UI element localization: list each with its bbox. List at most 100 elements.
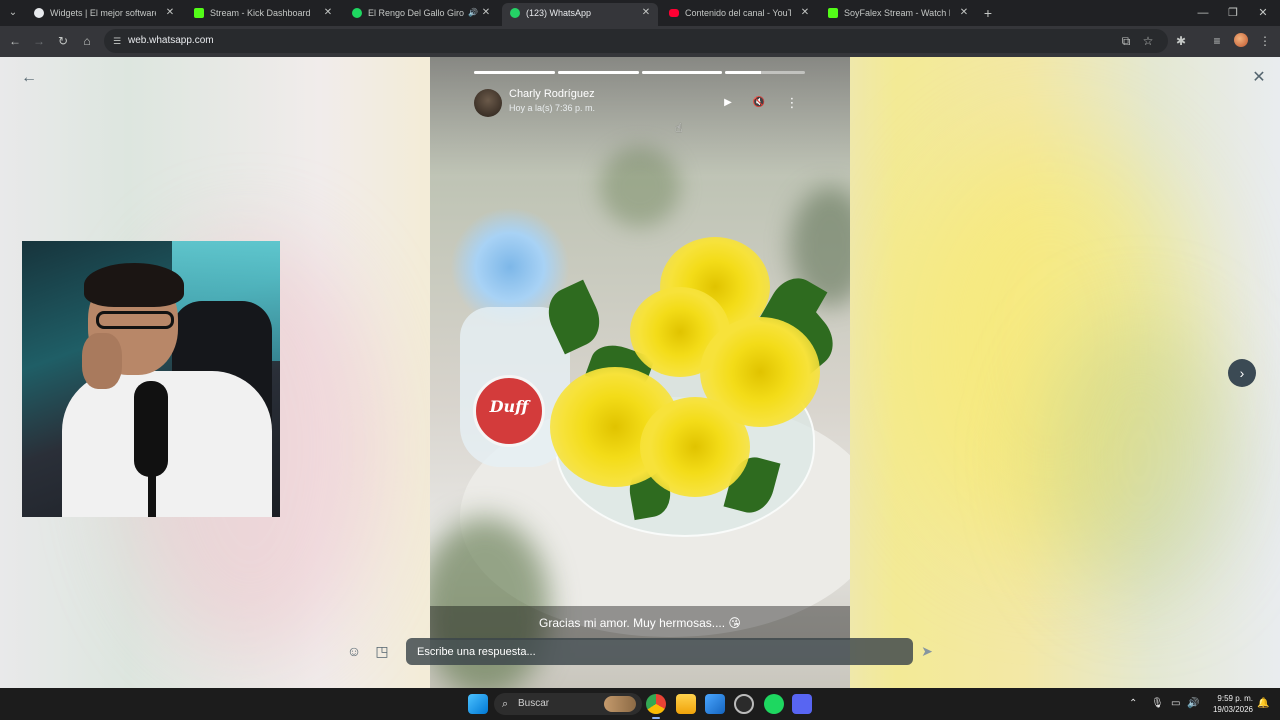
windows-taskbar: ⌕ Buscar ⌃ 🎙 ▭ 🔊 9:59 p. m. 19/03/2026 🔔 — [0, 688, 1280, 720]
file-explorer-icon[interactable] — [676, 694, 696, 714]
microsoft-store-icon[interactable] — [705, 694, 725, 714]
kick-favicon-icon — [194, 8, 204, 18]
forward-icon[interactable]: → — [30, 32, 48, 50]
spotify-favicon-icon — [352, 8, 362, 18]
mouse-cursor-icon: ☝ — [675, 121, 683, 135]
status-photo[interactable]: Duff Charly Rodríguez Hoy a la(s) 7:36 p… — [430, 57, 850, 688]
microphone-arm — [148, 471, 156, 517]
status-progress-segment — [474, 71, 555, 74]
webcam-overlay — [22, 241, 280, 517]
obs-icon[interactable] — [734, 694, 754, 714]
status-caption: Gracias mi amor. Muy hermosas.... 😘 — [430, 606, 850, 640]
site-info-icon[interactable]: ☰ — [110, 34, 124, 48]
sticker-icon[interactable]: ◳ — [373, 642, 391, 660]
taskbar-clock[interactable]: 9:59 p. m. 19/03/2026 — [1207, 693, 1253, 715]
tab-close-icon[interactable]: ✕ — [958, 3, 970, 23]
more-options-icon[interactable]: ⋮ — [784, 95, 800, 111]
minimize-icon[interactable]: — — [1188, 0, 1218, 26]
reload-icon[interactable]: ↻ — [54, 32, 72, 50]
status-progress-segment — [725, 71, 805, 74]
progress-fill — [558, 71, 639, 74]
microphone-icon[interactable]: 🎙 — [1151, 697, 1164, 711]
reply-input[interactable] — [406, 638, 913, 665]
whatsapp-favicon-icon — [510, 8, 520, 18]
microphone — [134, 381, 168, 477]
notification-bell-icon[interactable]: 🔔 — [1257, 697, 1269, 711]
clock-time: 9:59 p. m. — [1217, 694, 1253, 703]
media-controls-icon[interactable]: ≡ — [1208, 32, 1226, 50]
tab-title: El Rengo Del Gallo Giro • L — [368, 8, 464, 18]
home-icon[interactable]: ⌂ — [78, 32, 96, 50]
status-progress-segment — [642, 71, 722, 74]
tab-youtube[interactable]: Contenido del canal - YouTube ✕ — [661, 3, 817, 23]
tab-spotify[interactable]: El Rengo Del Gallo Giro • L 🔊 ✕ — [344, 3, 498, 23]
browser-toolbar: ← → ↻ ⌂ ☰ web.whatsapp.com ⧉ ☆ ✱ ≡ ⋮ — [0, 26, 1280, 57]
window-close-icon[interactable]: ✕ — [1248, 0, 1278, 26]
profile-avatar[interactable] — [1234, 33, 1248, 47]
back-icon[interactable]: ← — [6, 32, 24, 50]
emoji-icon[interactable]: ☺ — [345, 642, 363, 660]
back-arrow-icon[interactable]: ← — [20, 69, 38, 87]
tab-search-chevron-icon[interactable]: ⌄ — [4, 4, 22, 22]
next-status-chevron-icon[interactable]: › — [1228, 359, 1256, 387]
search-label: Buscar — [518, 698, 550, 709]
spotify-icon[interactable] — [764, 694, 784, 714]
chrome-icon[interactable] — [646, 694, 666, 714]
search-icon: ⌕ — [502, 698, 509, 710]
send-icon[interactable]: ➤ — [918, 642, 936, 660]
status-viewer-page: ← ✕ › Duff Charly Rodríguez Hoy a la(s) … — [0, 57, 1280, 688]
status-timestamp: Hoy a la(s) 7:36 p. m. — [509, 103, 596, 113]
youtube-favicon-icon — [669, 9, 679, 17]
tab-title: Contenido del canal - YouTube — [685, 8, 791, 18]
streamer-hair — [84, 263, 184, 307]
tab-title: Stream - Kick Dashboard — [210, 8, 311, 18]
speaker-icon[interactable]: 🔊 — [468, 3, 478, 23]
install-app-icon[interactable]: ⧉ — [1117, 32, 1135, 50]
streamer-glasses — [96, 311, 174, 329]
browser-menu-icon[interactable]: ⋮ — [1256, 32, 1274, 50]
progress-fill — [725, 71, 761, 74]
tab-close-icon[interactable]: ✕ — [164, 3, 176, 23]
extensions-puzzle-icon[interactable]: ✱ — [1172, 32, 1190, 50]
streamer-hand — [82, 333, 122, 389]
status-progress-segment — [558, 71, 639, 74]
bookmark-star-icon[interactable]: ☆ — [1139, 32, 1157, 50]
tab-widgets[interactable]: Widgets | El mejor software pa ✕ — [26, 3, 182, 23]
windows-start-icon[interactable] — [468, 694, 488, 714]
contact-name[interactable]: Charly Rodríguez — [509, 88, 595, 100]
url-text: web.whatsapp.com — [128, 35, 214, 46]
tab-soyfalex-stream[interactable]: SoyFalex Stream - Watch Live o ✕ — [820, 3, 976, 23]
clock-date: 19/03/2026 — [1212, 705, 1253, 714]
progress-fill — [642, 71, 722, 74]
search-highlight-image — [604, 696, 636, 712]
tab-whatsapp[interactable]: (123) WhatsApp ✕ — [502, 3, 658, 26]
kick-favicon-icon — [828, 8, 838, 18]
header-shadow — [430, 57, 850, 177]
tab-kick-dashboard[interactable]: Stream - Kick Dashboard ✕ — [186, 3, 340, 23]
tab-close-icon[interactable]: ✕ — [480, 3, 492, 23]
close-viewer-icon[interactable]: ✕ — [1250, 69, 1268, 87]
contact-avatar[interactable] — [474, 89, 502, 117]
discord-icon[interactable] — [792, 694, 812, 714]
volume-icon[interactable]: 🔊 — [1187, 697, 1199, 711]
mute-icon[interactable]: 🔇 — [751, 95, 767, 111]
widgets-favicon-icon — [34, 8, 44, 18]
tab-title: Widgets | El mejor software pa — [50, 8, 156, 18]
browser-tab-strip: ⌄ Widgets | El mejor software pa ✕ Strea… — [0, 0, 1280, 26]
address-bar[interactable]: ☰ web.whatsapp.com — [104, 29, 1168, 53]
tab-close-icon[interactable]: ✕ — [322, 3, 334, 23]
gift-label-text: Duff — [489, 397, 529, 416]
restore-icon[interactable]: ❐ — [1218, 0, 1248, 26]
sunflower — [640, 397, 750, 497]
taskbar-search[interactable]: ⌕ Buscar — [494, 693, 642, 715]
tab-close-icon[interactable]: ✕ — [799, 3, 811, 23]
tab-close-icon[interactable]: ✕ — [640, 3, 652, 23]
background-blur — [1040, 317, 1240, 597]
tab-title: SoyFalex Stream - Watch Live o — [844, 8, 950, 18]
tray-overflow-chevron-icon[interactable]: ⌃ — [1129, 697, 1137, 711]
active-app-indicator — [652, 717, 660, 719]
network-icon[interactable]: ▭ — [1171, 697, 1180, 711]
play-icon[interactable]: ▶ — [720, 95, 736, 111]
tab-title: (123) WhatsApp — [526, 8, 592, 18]
new-tab-plus-icon[interactable]: + — [981, 3, 995, 23]
